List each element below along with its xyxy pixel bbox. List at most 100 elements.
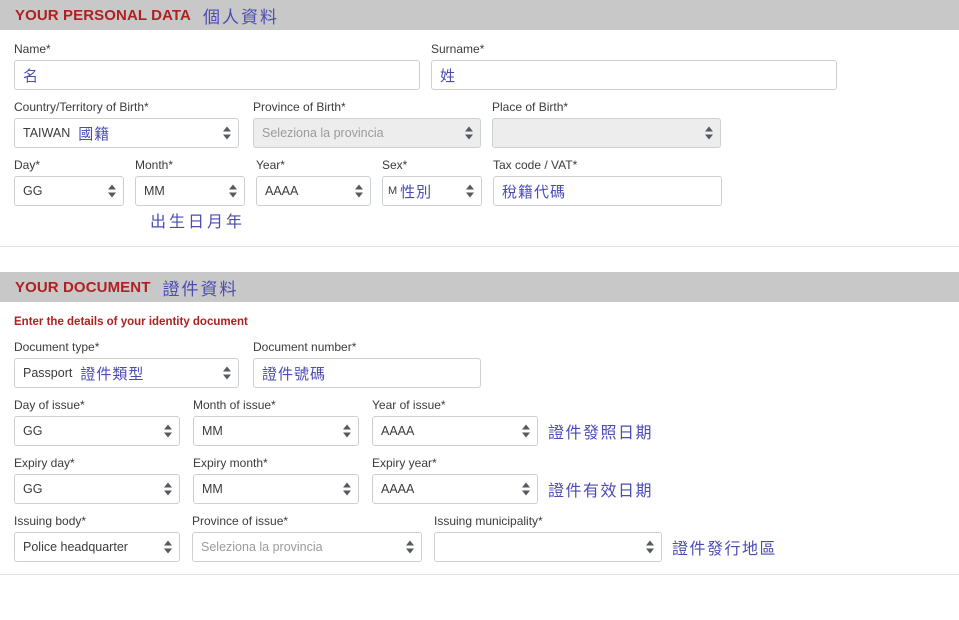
document-section-header: YOUR DOCUMENT 證件資料 [0, 272, 959, 302]
birth-month-label: Month* [135, 158, 174, 172]
birth-day-select[interactable]: GG [14, 176, 124, 206]
personal-data-section-body: Name* 名 Surname* 姓 Country/Territory of … [0, 42, 959, 232]
expiry-year-field: Expiry year* AAAA [372, 456, 538, 504]
chevron-updown-icon [405, 540, 414, 554]
chevron-updown-icon [107, 184, 116, 198]
tax-code-field: Tax code / VAT* 稅籍代碼 [493, 158, 722, 206]
expiry-month-field: Expiry month* MM [193, 456, 359, 504]
chevron-updown-icon [521, 482, 530, 496]
issue-date-annotation: 證件發照日期 [548, 423, 654, 442]
expiry-month-value: MM [202, 482, 223, 496]
expiry-day-select[interactable]: GG [14, 474, 180, 504]
sex-field: Sex* M 性別 [382, 158, 482, 206]
birthdate-row: Day* GG Month* MM Year* AAAA Sex* M 性別 T… [14, 158, 945, 206]
sex-label: Sex* [382, 158, 408, 172]
issue-date-row: Day of issue* GG Month of issue* MM Year… [14, 398, 945, 446]
expiry-year-select[interactable]: AAAA [372, 474, 538, 504]
name-surname-row: Name* 名 Surname* 姓 [14, 42, 945, 90]
surname-label: Surname* [431, 42, 485, 56]
year-of-issue-field: Year of issue* AAAA [372, 398, 538, 446]
year-of-issue-value: AAAA [381, 424, 415, 438]
document-section-body: Enter the details of your identity docum… [0, 316, 959, 562]
chevron-updown-icon [222, 366, 231, 380]
birth-month-field: Month* MM [135, 158, 245, 206]
birth-year-field: Year* AAAA [256, 158, 371, 206]
expiry-month-label: Expiry month* [193, 456, 268, 470]
expiry-date-row: Expiry day* GG Expiry month* MM Expiry y… [14, 456, 945, 504]
document-sub-note: Enter the details of your identity docum… [14, 316, 248, 328]
province-of-birth-select[interactable]: Seleziona la provincia [253, 118, 481, 148]
document-type-label: Document type* [14, 340, 100, 354]
section-divider [0, 246, 959, 247]
birth-location-row: Country/Territory of Birth* TAIWAN 國籍 Pr… [14, 100, 945, 148]
birth-day-value: GG [23, 184, 43, 198]
document-type-row: Document type* Passport 證件類型 Document nu… [14, 340, 945, 388]
birth-month-select[interactable]: MM [135, 176, 245, 206]
month-of-issue-select[interactable]: MM [193, 416, 359, 446]
chevron-updown-icon [645, 540, 654, 554]
chevron-updown-icon [521, 424, 530, 438]
day-of-issue-label: Day of issue* [14, 398, 85, 412]
surname-input[interactable]: 姓 [431, 60, 837, 90]
year-of-issue-select[interactable]: AAAA [372, 416, 538, 446]
chevron-updown-icon [704, 126, 713, 140]
place-of-birth-select[interactable] [492, 118, 721, 148]
personal-data-section-header: YOUR PERSONAL DATA 個人資料 [0, 0, 959, 30]
day-of-issue-select[interactable]: GG [14, 416, 180, 446]
issuing-municipality-field: Issuing municipality* [434, 514, 662, 562]
expiry-month-select[interactable]: MM [193, 474, 359, 504]
personal-data-title-zh: 個人資料 [202, 7, 279, 28]
month-of-issue-value: MM [202, 424, 223, 438]
birthdate-annotation: 出生日月年 [150, 212, 246, 231]
name-label: Name* [14, 42, 51, 56]
chevron-updown-icon [342, 482, 351, 496]
country-of-birth-annotation: 國籍 [78, 124, 111, 143]
place-of-birth-field: Place of Birth* [492, 100, 721, 148]
province-of-issue-field: Province of issue* Seleziona la provinci… [192, 514, 422, 562]
surname-field: Surname* 姓 [431, 42, 837, 90]
name-input[interactable]: 名 [14, 60, 420, 90]
document-number-label: Document number* [253, 340, 357, 354]
issuing-body-field: Issuing body* Police headquarter [14, 514, 180, 562]
document-type-field: Document type* Passport 證件類型 [14, 340, 239, 388]
tax-code-input[interactable]: 稅籍代碼 [493, 176, 722, 206]
sex-select[interactable]: M 性別 [382, 176, 482, 206]
name-input-value: 名 [23, 66, 40, 85]
birth-year-label: Year* [256, 158, 285, 172]
issuing-municipality-select[interactable] [434, 532, 662, 562]
month-of-issue-field: Month of issue* MM [193, 398, 359, 446]
chevron-updown-icon [464, 126, 473, 140]
day-of-issue-value: GG [23, 424, 43, 438]
document-type-annotation: 證件類型 [80, 364, 145, 383]
expiry-day-label: Expiry day* [14, 456, 75, 470]
document-number-input[interactable]: 證件號碼 [253, 358, 481, 388]
expiry-year-value: AAAA [381, 482, 415, 496]
month-of-issue-label: Month of issue* [193, 398, 276, 412]
chevron-updown-icon [222, 126, 231, 140]
province-of-issue-select[interactable]: Seleziona la provincia [192, 532, 422, 562]
sex-value: M [388, 185, 398, 197]
chevron-updown-icon [228, 184, 237, 198]
issuing-body-select[interactable]: Police headquarter [14, 532, 180, 562]
country-of-birth-select[interactable]: TAIWAN 國籍 [14, 118, 239, 148]
tax-code-value: 稅籍代碼 [502, 182, 567, 201]
document-type-select[interactable]: Passport 證件類型 [14, 358, 239, 388]
birth-day-field: Day* GG [14, 158, 124, 206]
place-of-birth-label: Place of Birth* [492, 100, 569, 114]
issuing-area-annotation: 證件發行地區 [672, 539, 778, 558]
surname-input-value: 姓 [440, 66, 457, 85]
province-of-birth-placeholder: Seleziona la provincia [262, 126, 384, 140]
issuing-body-value: Police headquarter [23, 540, 128, 554]
chevron-updown-icon [163, 540, 172, 554]
birth-year-value: AAAA [265, 184, 299, 198]
birth-year-select[interactable]: AAAA [256, 176, 371, 206]
sex-annotation: 性別 [400, 182, 433, 201]
birth-day-label: Day* [14, 158, 41, 172]
issuing-body-row: Issuing body* Police headquarter Provinc… [14, 514, 945, 562]
country-of-birth-value: TAIWAN [23, 126, 71, 140]
chevron-updown-icon [465, 184, 474, 198]
chevron-updown-icon [354, 184, 363, 198]
personal-data-title-en: YOUR PERSONAL DATA [15, 6, 191, 24]
province-of-issue-label: Province of issue* [192, 514, 289, 528]
issuing-body-label: Issuing body* [14, 514, 87, 528]
